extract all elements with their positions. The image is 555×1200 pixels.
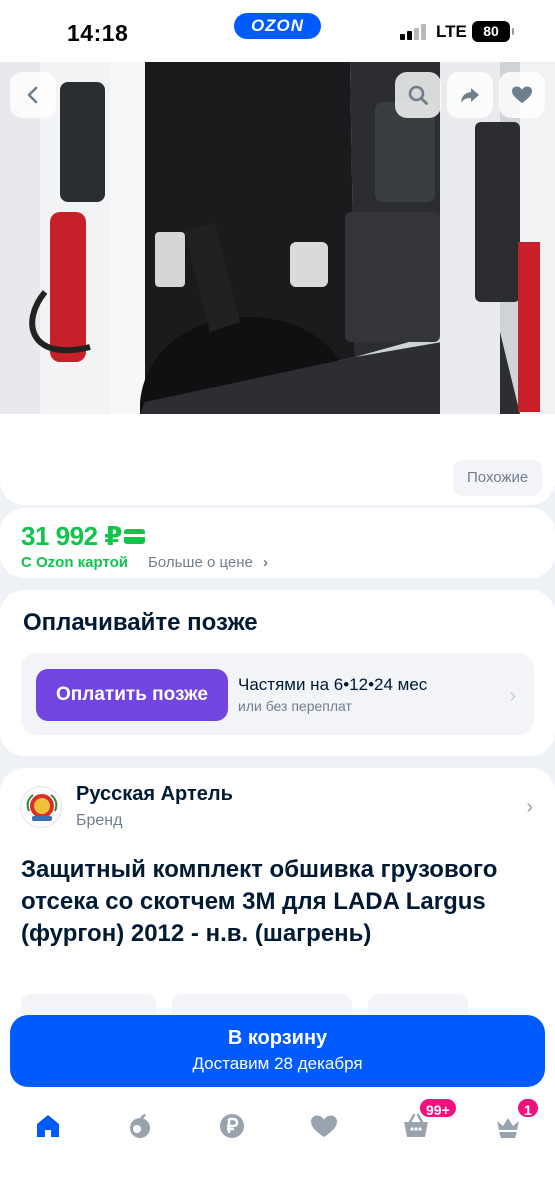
variant-chip[interactable]: [172, 994, 352, 1014]
favorite-button[interactable]: [499, 72, 545, 118]
signal-icon: [400, 24, 428, 40]
chevron-right-icon[interactable]: ›: [526, 796, 533, 819]
network-type: LTE: [436, 22, 467, 41]
ozon-logo-pill[interactable]: OZON: [234, 13, 321, 39]
back-button[interactable]: [10, 72, 56, 118]
delivery-date-label: Доставим 28 декабря: [192, 1054, 363, 1073]
pay-later-button[interactable]: Оплатить позже: [36, 669, 228, 721]
tab-finance[interactable]: [215, 1109, 249, 1143]
heart-icon: [512, 86, 532, 103]
add-to-cart-label: В корзину: [227, 1027, 328, 1049]
chevron-left-icon: [27, 86, 38, 104]
more-about-price-label: Больше о цене: [148, 554, 253, 571]
search-button[interactable]: [395, 72, 441, 118]
installments-offer[interactable]: Оплатить позже Частями на 6•12•24 мес ил…: [21, 653, 534, 735]
variant-chip[interactable]: [21, 994, 156, 1014]
brand-label: Бренд: [76, 812, 123, 829]
tab-favorites[interactable]: [307, 1109, 341, 1143]
no-overpay-label: или без переплат: [238, 698, 352, 714]
price-card[interactable]: 31 992 ₽ С Ozon картой Больше о цене ›: [0, 508, 555, 578]
more-about-price-link[interactable]: Больше о цене ›: [148, 554, 268, 571]
status-time: 14:18: [67, 20, 129, 46]
share-button[interactable]: [447, 72, 493, 118]
battery-indicator: 80: [472, 21, 514, 42]
brand-logo[interactable]: [20, 786, 62, 828]
variant-chip[interactable]: [368, 994, 468, 1014]
share-arrow-icon: [461, 88, 479, 103]
bottom-tab-bar: 99+ 1: [0, 1095, 555, 1200]
tab-home[interactable]: [31, 1109, 65, 1143]
home-icon: [37, 1115, 59, 1137]
profile-notification-badge: 1: [516, 1097, 540, 1119]
installments-label: Частями на 6•12•24 мес: [238, 675, 428, 694]
add-to-cart-button[interactable]: В корзину Доставим 28 декабря: [10, 1015, 545, 1087]
pay-later-card: Оплачивайте позже Оплатить позже Частями…: [0, 590, 555, 756]
ruble-icon: [220, 1114, 244, 1138]
brand-name[interactable]: Русская Артель: [76, 783, 233, 806]
brand-emblem-icon: [26, 794, 58, 821]
fresh-icon: [130, 1114, 150, 1138]
bank-card-icon: [124, 529, 145, 544]
pay-later-title: Оплачивайте позже: [23, 609, 258, 636]
tab-fresh[interactable]: [123, 1109, 157, 1143]
chevron-right-icon: ›: [509, 685, 516, 707]
chevron-right-icon: ›: [263, 554, 269, 571]
status-bar: 14:18 OZON LTE 80: [0, 0, 555, 62]
product-title: Защитный комплект обшивка грузового отсе…: [21, 856, 498, 947]
cart-count-badge: 99+: [418, 1097, 458, 1119]
similar-products-button[interactable]: Похожие: [453, 460, 543, 496]
search-icon: [408, 85, 428, 105]
heart-icon: [311, 1115, 337, 1137]
ozon-card-label: С Ozon картой: [21, 554, 129, 571]
price-value: 31 992 ₽: [21, 521, 122, 551]
